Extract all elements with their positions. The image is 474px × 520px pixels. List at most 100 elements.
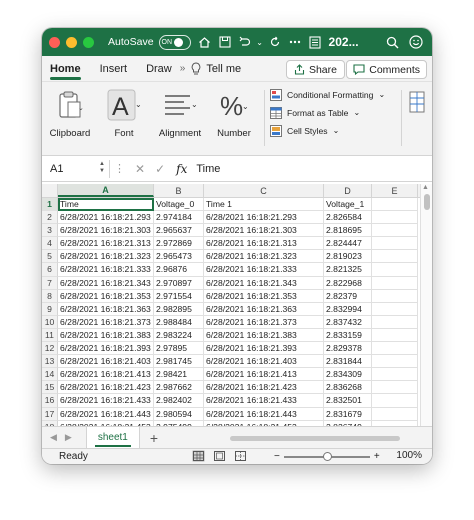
- cell[interactable]: 2.971554: [154, 289, 204, 303]
- cell[interactable]: 2.965637: [154, 224, 204, 238]
- cell[interactable]: 2.982402: [154, 394, 204, 408]
- cell[interactable]: 6/28/2021 16:18:21.403: [204, 355, 324, 369]
- cell[interactable]: 6/28/2021 16:18:21.353: [204, 289, 324, 303]
- cell[interactable]: 2.972869: [154, 237, 204, 251]
- row-header[interactable]: 11: [42, 328, 58, 343]
- cell[interactable]: 6/28/2021 16:18:21.433: [58, 394, 154, 408]
- cell[interactable]: 6/28/2021 16:18:21.323: [204, 250, 324, 264]
- cell[interactable]: 6/28/2021 16:18:21.343: [58, 276, 154, 290]
- undo-icon[interactable]: [235, 32, 255, 52]
- row-header[interactable]: 2: [42, 211, 58, 225]
- cell[interactable]: 6/28/2021 16:18:21.393: [204, 342, 324, 356]
- zoom-in-button[interactable]: +: [374, 451, 380, 462]
- more-icon[interactable]: [285, 32, 305, 52]
- cell[interactable]: 2.836268: [324, 381, 372, 395]
- row-header[interactable]: 6: [42, 263, 58, 277]
- clipboard-group[interactable]: ⌄ Clipboard: [48, 88, 92, 139]
- column-header-b[interactable]: B: [154, 184, 204, 197]
- cell[interactable]: 6/28/2021 16:18:21.443: [204, 407, 324, 421]
- name-box-stepper-icon[interactable]: ▲ ▼: [99, 161, 105, 175]
- cell[interactable]: 6/28/2021 16:18:21.363: [204, 302, 324, 316]
- column-header-d[interactable]: D: [324, 184, 372, 197]
- cell[interactable]: 6/28/2021 16:18:21.343: [204, 276, 324, 290]
- cell[interactable]: 2.981745: [154, 355, 204, 369]
- function-icon[interactable]: fx: [176, 162, 187, 176]
- more-tabs-icon[interactable]: »: [180, 63, 186, 74]
- cell[interactable]: 6/28/2021 16:18:21.413: [204, 368, 324, 382]
- cell[interactable]: 6/28/2021 16:18:21.423: [58, 381, 154, 395]
- zoom-slider[interactable]: [283, 451, 370, 461]
- cell[interactable]: 6/28/2021 16:18:21.393: [58, 342, 154, 356]
- row-header[interactable]: 9: [42, 302, 58, 316]
- cell[interactable]: 2.974184: [154, 211, 204, 225]
- cell[interactable]: [372, 237, 418, 251]
- cell[interactable]: Time 1: [204, 198, 324, 212]
- close-window-button[interactable]: [49, 36, 60, 48]
- cell[interactable]: 6/28/2021 16:18:21.333: [58, 263, 154, 277]
- tab-insert[interactable]: Insert: [100, 56, 128, 82]
- row-header[interactable]: 3: [42, 224, 58, 238]
- cell[interactable]: 6/28/2021 16:18:21.313: [58, 237, 154, 251]
- formula-input[interactable]: Time: [196, 163, 220, 175]
- search-icon[interactable]: [382, 32, 402, 52]
- row-header[interactable]: 15: [42, 381, 58, 395]
- cell[interactable]: 6/28/2021 16:18:21.303: [58, 224, 154, 238]
- cell[interactable]: 2.98421: [154, 368, 204, 382]
- cell[interactable]: 2.82379: [324, 289, 372, 303]
- cell[interactable]: [372, 198, 418, 212]
- row-header[interactable]: 1: [42, 198, 58, 212]
- cell[interactable]: 2.970897: [154, 276, 204, 290]
- cell[interactable]: [372, 328, 418, 343]
- cell[interactable]: [372, 276, 418, 290]
- cell[interactable]: 2.832994: [324, 302, 372, 316]
- row-header[interactable]: 16: [42, 394, 58, 408]
- cell[interactable]: 2.965473: [154, 250, 204, 264]
- row-header[interactable]: 5: [42, 250, 58, 264]
- cell[interactable]: [372, 250, 418, 264]
- cell[interactable]: 2.829378: [324, 342, 372, 356]
- row-header[interactable]: 13: [42, 355, 58, 369]
- cell[interactable]: 6/28/2021 16:18:21.373: [58, 315, 154, 329]
- add-sheet-button[interactable]: +: [150, 430, 158, 446]
- cell[interactable]: Voltage_1: [324, 198, 372, 212]
- cell[interactable]: 6/28/2021 16:18:21.423: [204, 381, 324, 395]
- cell[interactable]: 2.832501: [324, 394, 372, 408]
- cell[interactable]: 2.831844: [324, 355, 372, 369]
- cell[interactable]: [372, 315, 418, 329]
- cell[interactable]: 6/28/2021 16:18:21.313: [204, 237, 324, 251]
- name-box[interactable]: A1 ▲ ▼: [46, 159, 110, 178]
- cell[interactable]: 6/28/2021 16:18:21.413: [58, 368, 154, 382]
- conditional-formatting-button[interactable]: Conditional Formatting ⌄: [270, 87, 385, 102]
- minimize-window-button[interactable]: [66, 36, 77, 48]
- row-header[interactable]: 4: [42, 237, 58, 251]
- undo-dropdown-icon[interactable]: ⌄: [255, 32, 265, 52]
- zoom-slider-knob[interactable]: [322, 451, 332, 461]
- cell[interactable]: [372, 224, 418, 238]
- home-icon[interactable]: [195, 32, 215, 52]
- cell[interactable]: [372, 263, 418, 277]
- cell[interactable]: 2.983224: [154, 328, 204, 343]
- cell[interactable]: 2.819023: [324, 250, 372, 264]
- cell[interactable]: 2.824447: [324, 237, 372, 251]
- enter-icon[interactable]: ✓: [155, 162, 165, 176]
- cell-styles-button[interactable]: Cell Styles ⌄: [270, 123, 385, 138]
- zoom-out-button[interactable]: −: [274, 451, 280, 462]
- cell[interactable]: 2.982895: [154, 302, 204, 316]
- cell[interactable]: 2.988484: [154, 315, 204, 329]
- cell[interactable]: 2.97895: [154, 342, 204, 356]
- tab-home[interactable]: Home: [50, 56, 81, 82]
- cell[interactable]: 6/28/2021 16:18:21.403: [58, 355, 154, 369]
- cell[interactable]: 6/28/2021 16:18:21.333: [204, 263, 324, 277]
- column-header-a[interactable]: A: [58, 184, 154, 197]
- select-all-corner[interactable]: [42, 184, 58, 197]
- cell[interactable]: 2.818695: [324, 224, 372, 238]
- cell[interactable]: 6/28/2021 16:18:21.323: [58, 250, 154, 264]
- row-header[interactable]: 7: [42, 276, 58, 290]
- cell[interactable]: [372, 381, 418, 395]
- share-button[interactable]: Share: [285, 60, 345, 79]
- scroll-thumb[interactable]: [424, 194, 430, 210]
- cell[interactable]: 2.826584: [324, 211, 372, 225]
- column-header-e[interactable]: E: [372, 184, 418, 197]
- cell[interactable]: [372, 394, 418, 408]
- cell[interactable]: 2.837432: [324, 315, 372, 329]
